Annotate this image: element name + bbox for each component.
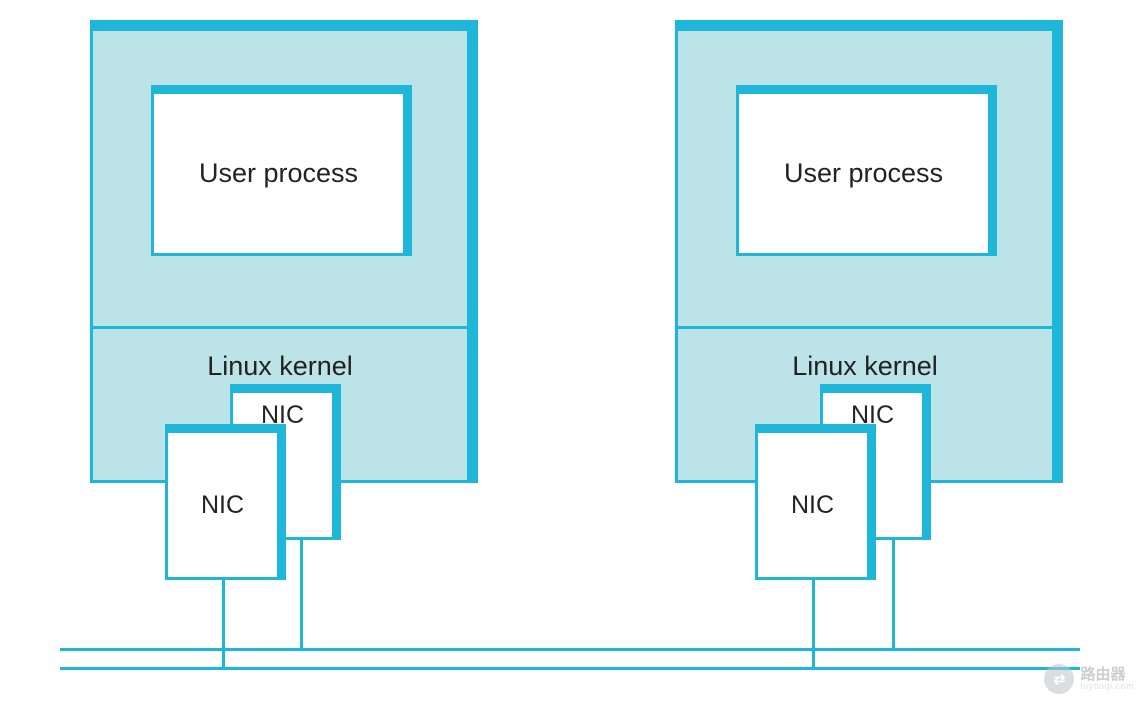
bus-line-upper	[60, 648, 1080, 651]
kernel-divider	[93, 326, 467, 329]
router-icon-glyph: ⇄	[1054, 671, 1066, 688]
user-process-label: User process	[784, 158, 943, 189]
bus-line-lower	[60, 667, 1080, 670]
nic-label: NIC	[233, 401, 332, 430]
drop-line	[222, 580, 225, 667]
watermark-sub: luyouqi.com	[1080, 682, 1134, 691]
router-icon: ⇄	[1044, 664, 1074, 694]
kernel-divider	[678, 326, 1052, 329]
nic-front-right: NIC	[755, 430, 870, 580]
watermark-text: 路由器 luyouqi.com	[1080, 667, 1134, 691]
drop-line	[892, 540, 895, 648]
nic-front-left: NIC	[165, 430, 280, 580]
nic-label: NIC	[823, 401, 922, 430]
nic-label: NIC	[201, 491, 244, 520]
user-process-box: User process	[736, 91, 991, 256]
watermark-title: 路由器	[1080, 667, 1134, 682]
kernel-label: Linux kernel	[93, 351, 467, 382]
nic-label: NIC	[791, 491, 834, 520]
drop-line	[300, 540, 303, 648]
kernel-label: Linux kernel	[678, 351, 1052, 382]
user-process-label: User process	[199, 158, 358, 189]
user-process-box: User process	[151, 91, 406, 256]
drop-line	[812, 580, 815, 667]
watermark: ⇄ 路由器 luyouqi.com	[1044, 664, 1134, 694]
